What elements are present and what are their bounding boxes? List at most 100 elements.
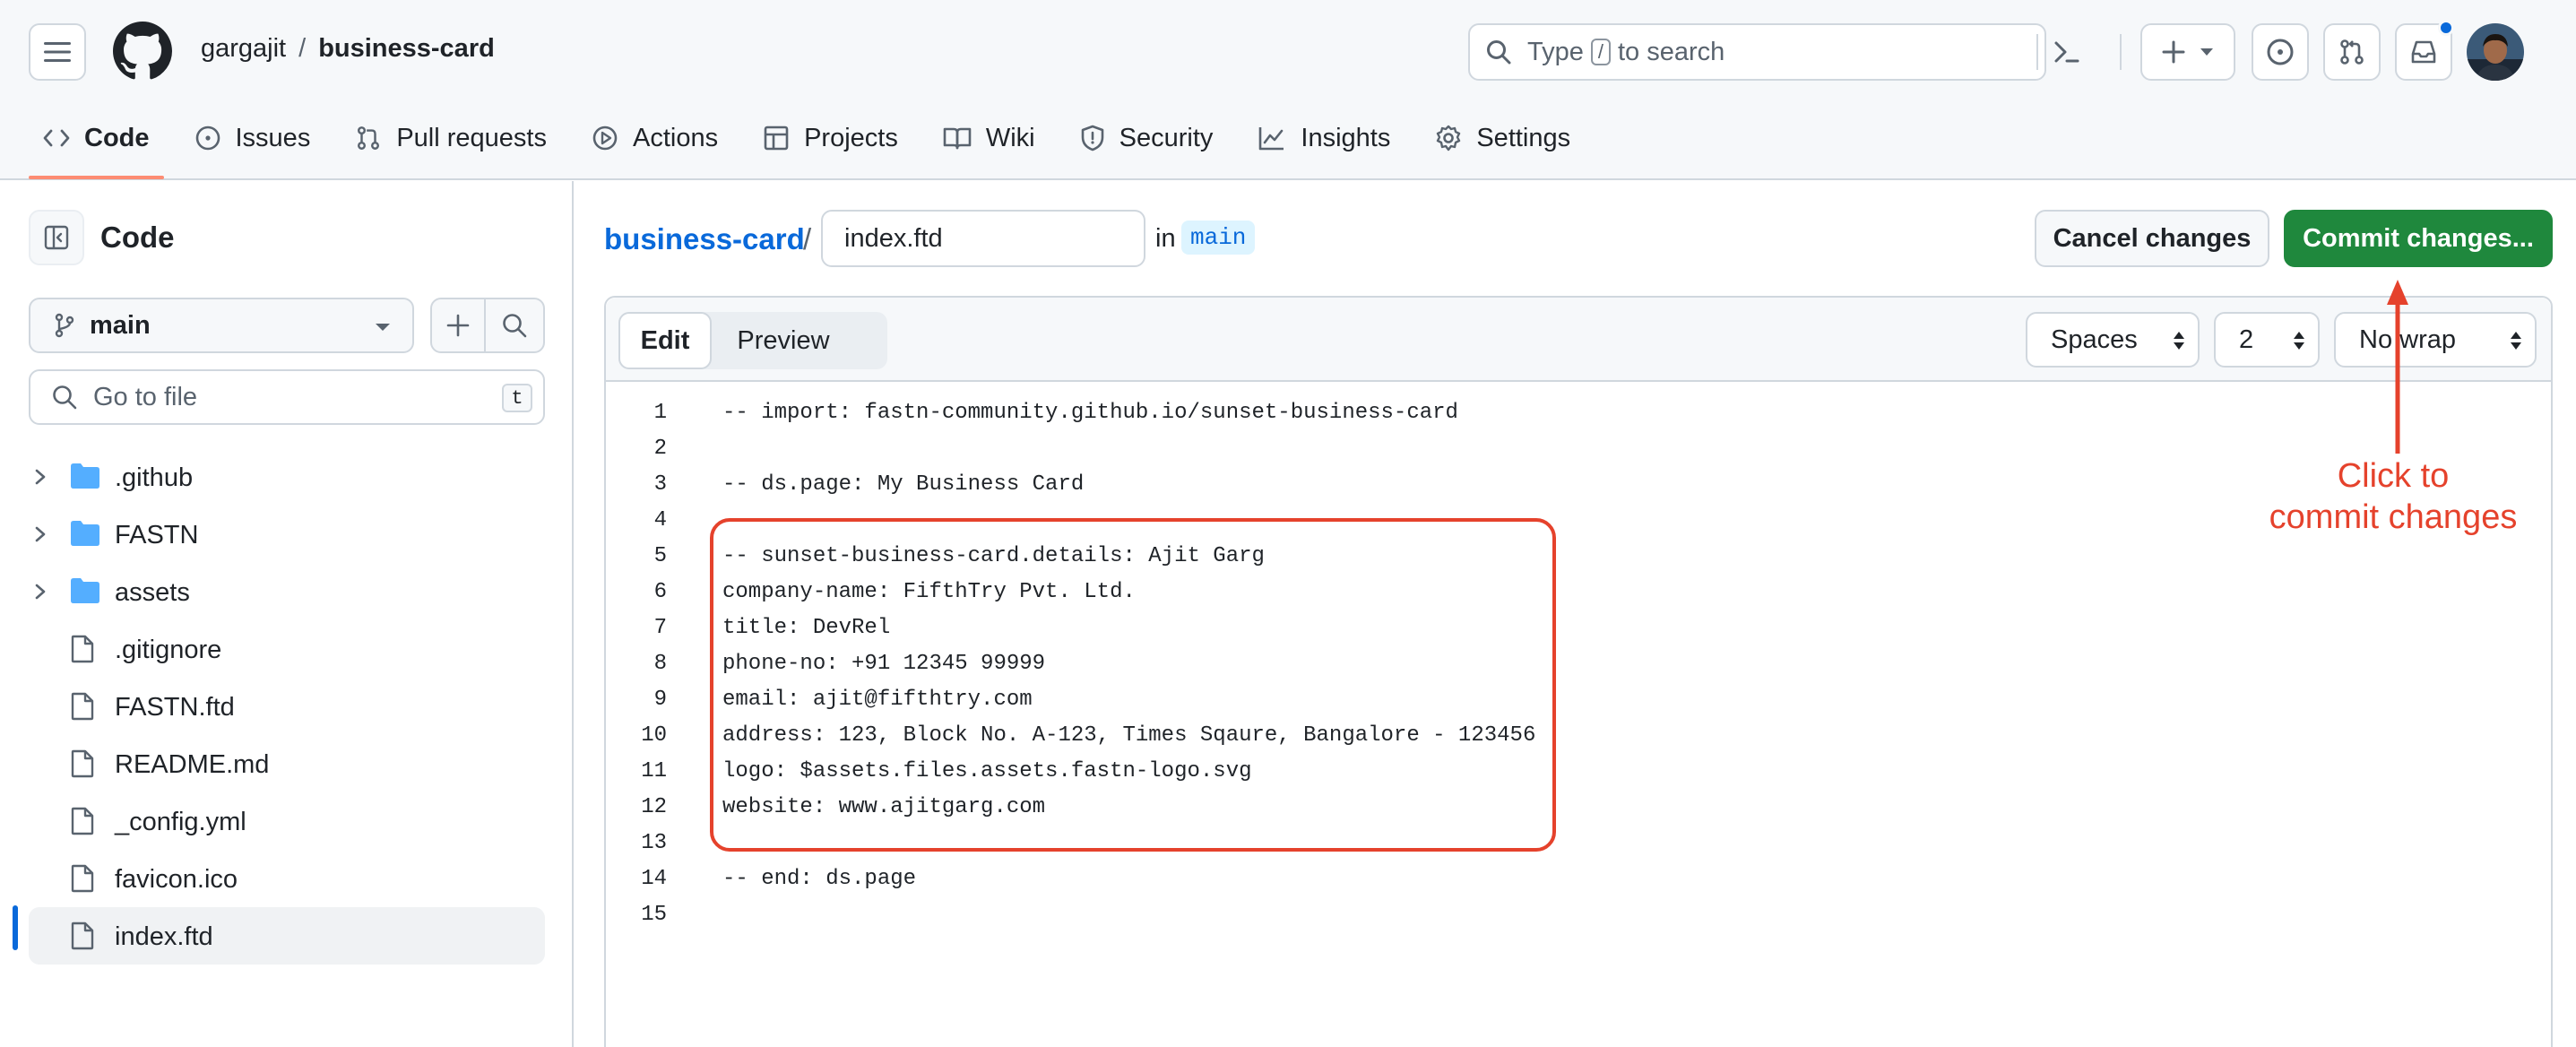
search-files-button[interactable]	[484, 298, 545, 353]
code-line[interactable]: 9 email: ajit@fifthtry.com	[606, 681, 2551, 717]
tree-file-gitignore[interactable]: .gitignore	[29, 620, 545, 678]
tree-file-readme[interactable]: README.md	[29, 735, 545, 792]
tab-preview[interactable]: Preview	[712, 312, 855, 369]
tab-security[interactable]: Security	[1066, 113, 1228, 163]
tab-security-label: Security	[1119, 123, 1214, 152]
tab-actions[interactable]: Actions	[577, 113, 732, 163]
gear-icon	[1437, 125, 1461, 151]
create-new-button[interactable]	[2140, 23, 2235, 81]
line-content: address: 123, Block No. A-123, Times Sqa…	[722, 723, 1536, 748]
chevron-right-icon	[35, 469, 46, 485]
annotation-line-2: commit changes	[2269, 498, 2518, 536]
line-number: 1	[653, 400, 667, 425]
code-line[interactable]: 5 -- sunset-business-card.details: Ajit G…	[606, 538, 2551, 574]
sidebar-collapse-icon	[44, 225, 69, 250]
shield-icon	[1081, 125, 1103, 151]
tab-code[interactable]: Code	[29, 113, 164, 179]
tree-item-label: FASTN.ftd	[115, 693, 235, 722]
line-content: website: www.ajitgarg.com	[722, 794, 1046, 819]
tree-file-index-ftd[interactable]: index.ftd	[29, 907, 545, 965]
wrap-mode-select[interactable]: No wrap	[2334, 312, 2537, 368]
branch-selector[interactable]: main	[29, 298, 414, 353]
code-line[interactable]: 7 title: DevRel	[606, 610, 2551, 645]
indent-size-select[interactable]: 2	[2214, 312, 2320, 368]
line-number: 9	[653, 687, 667, 712]
tree-item-label: FASTN	[115, 521, 199, 549]
tab-issues-label: Issues	[235, 123, 311, 152]
search-icon	[1487, 40, 1511, 65]
file-icon	[71, 807, 94, 835]
line-number: 10	[641, 723, 667, 748]
triangle-down-icon	[2200, 48, 2213, 56]
line-number: 14	[641, 866, 667, 891]
line-number: 8	[653, 651, 667, 676]
code-line[interactable]: 10 address: 123, Block No. A-123, Times S…	[606, 717, 2551, 753]
tab-insights[interactable]: Insights	[1243, 113, 1405, 163]
indent-mode-select[interactable]: Spaces	[2026, 312, 2200, 368]
indent-size-value: 2	[2239, 324, 2254, 354]
file-icon	[71, 749, 94, 778]
search-icon	[53, 385, 77, 410]
file-name-input[interactable]	[821, 210, 1145, 267]
repo-nav: Code Issues Pull requests Actions Projec…	[29, 113, 1601, 179]
go-to-file-placeholder: Go to file	[93, 382, 198, 411]
tab-issues[interactable]: Issues	[180, 113, 325, 163]
tree-item-label: favicon.ico	[115, 865, 238, 894]
commit-changes-button[interactable]: Commit changes...	[2284, 210, 2553, 267]
hamburger-menu-button[interactable]	[29, 23, 86, 81]
cancel-changes-button[interactable]: Cancel changes	[2035, 210, 2269, 267]
file-tree: .github FASTN assets .gitignore FASTN.ft…	[29, 448, 545, 965]
repo-name-link[interactable]: business-card	[318, 34, 495, 64]
search-shortcut-key: /	[1590, 39, 1611, 65]
tree-file-fastn-ftd[interactable]: FASTN.ftd	[29, 678, 545, 735]
select-updown-icon	[2294, 332, 2304, 350]
code-line[interactable]: 8 phone-no: +91 12345 99999	[606, 645, 2551, 681]
repo-owner-link[interactable]: gargajit	[201, 34, 286, 64]
your-issues-button[interactable]	[2252, 23, 2309, 81]
code-line[interactable]: 15	[606, 896, 2551, 932]
breadcrumb-repo-link[interactable]: business-card	[604, 222, 805, 256]
git-pull-request-icon	[358, 126, 380, 150]
command-palette-icon[interactable]	[2051, 36, 2083, 68]
play-icon	[592, 125, 618, 151]
select-updown-icon	[2511, 332, 2521, 350]
tree-folder-fastn[interactable]: FASTN	[29, 506, 545, 563]
code-line[interactable]: 11 logo: $assets.files.assets.fastn-logo.…	[606, 753, 2551, 789]
github-logo-icon[interactable]	[113, 22, 172, 81]
breadcrumb-separator: /	[803, 222, 812, 255]
tab-settings[interactable]: Settings	[1421, 113, 1585, 163]
go-to-file-shortcut: t	[502, 384, 532, 412]
add-file-button[interactable]	[430, 298, 486, 353]
code-line[interactable]: 6 company-name: FifthTry Pvt. Ltd.	[606, 574, 2551, 610]
user-avatar[interactable]	[2467, 23, 2524, 81]
tree-folder-github[interactable]: .github	[29, 448, 545, 506]
file-icon	[71, 635, 94, 663]
code-line[interactable]: 14 -- end: ds.page	[606, 861, 2551, 896]
global-header: gargajit / business-card Type / to searc…	[0, 0, 2576, 180]
collapse-sidebar-button[interactable]	[29, 210, 84, 265]
line-number: 4	[653, 507, 667, 532]
go-to-file-input[interactable]: Go to file t	[29, 369, 545, 425]
tree-item-label: .github	[115, 463, 194, 492]
tree-file-favicon[interactable]: favicon.ico	[29, 850, 545, 907]
tab-projects[interactable]: Projects	[748, 113, 912, 163]
tree-folder-assets[interactable]: assets	[29, 563, 545, 620]
tab-edit[interactable]: Edit	[618, 312, 712, 369]
tab-pull-requests[interactable]: Pull requests	[341, 113, 561, 163]
global-search-input[interactable]: Type / to search	[1468, 23, 2046, 81]
code-line[interactable]: 1 -- import: fastn-community.github.io/su…	[606, 394, 2551, 430]
code-editor: Edit Preview Spaces 2 No wrap 1 -- import…	[604, 296, 2553, 1047]
tab-projects-label: Projects	[804, 123, 898, 152]
code-line[interactable]: 12 website: www.ajitgarg.com	[606, 789, 2551, 825]
line-number: 15	[641, 902, 667, 927]
folder-icon	[71, 521, 99, 546]
tree-file-config[interactable]: _config.yml	[29, 792, 545, 850]
code-line[interactable]: 13	[606, 825, 2551, 861]
selected-file-marker	[13, 905, 18, 950]
tab-wiki[interactable]: Wiki	[929, 113, 1050, 163]
your-pull-requests-button[interactable]	[2323, 23, 2381, 81]
plus-icon	[446, 314, 470, 337]
branch-tag: main	[1181, 221, 1256, 255]
code-icon	[43, 129, 70, 147]
tree-item-label: .gitignore	[115, 636, 222, 664]
